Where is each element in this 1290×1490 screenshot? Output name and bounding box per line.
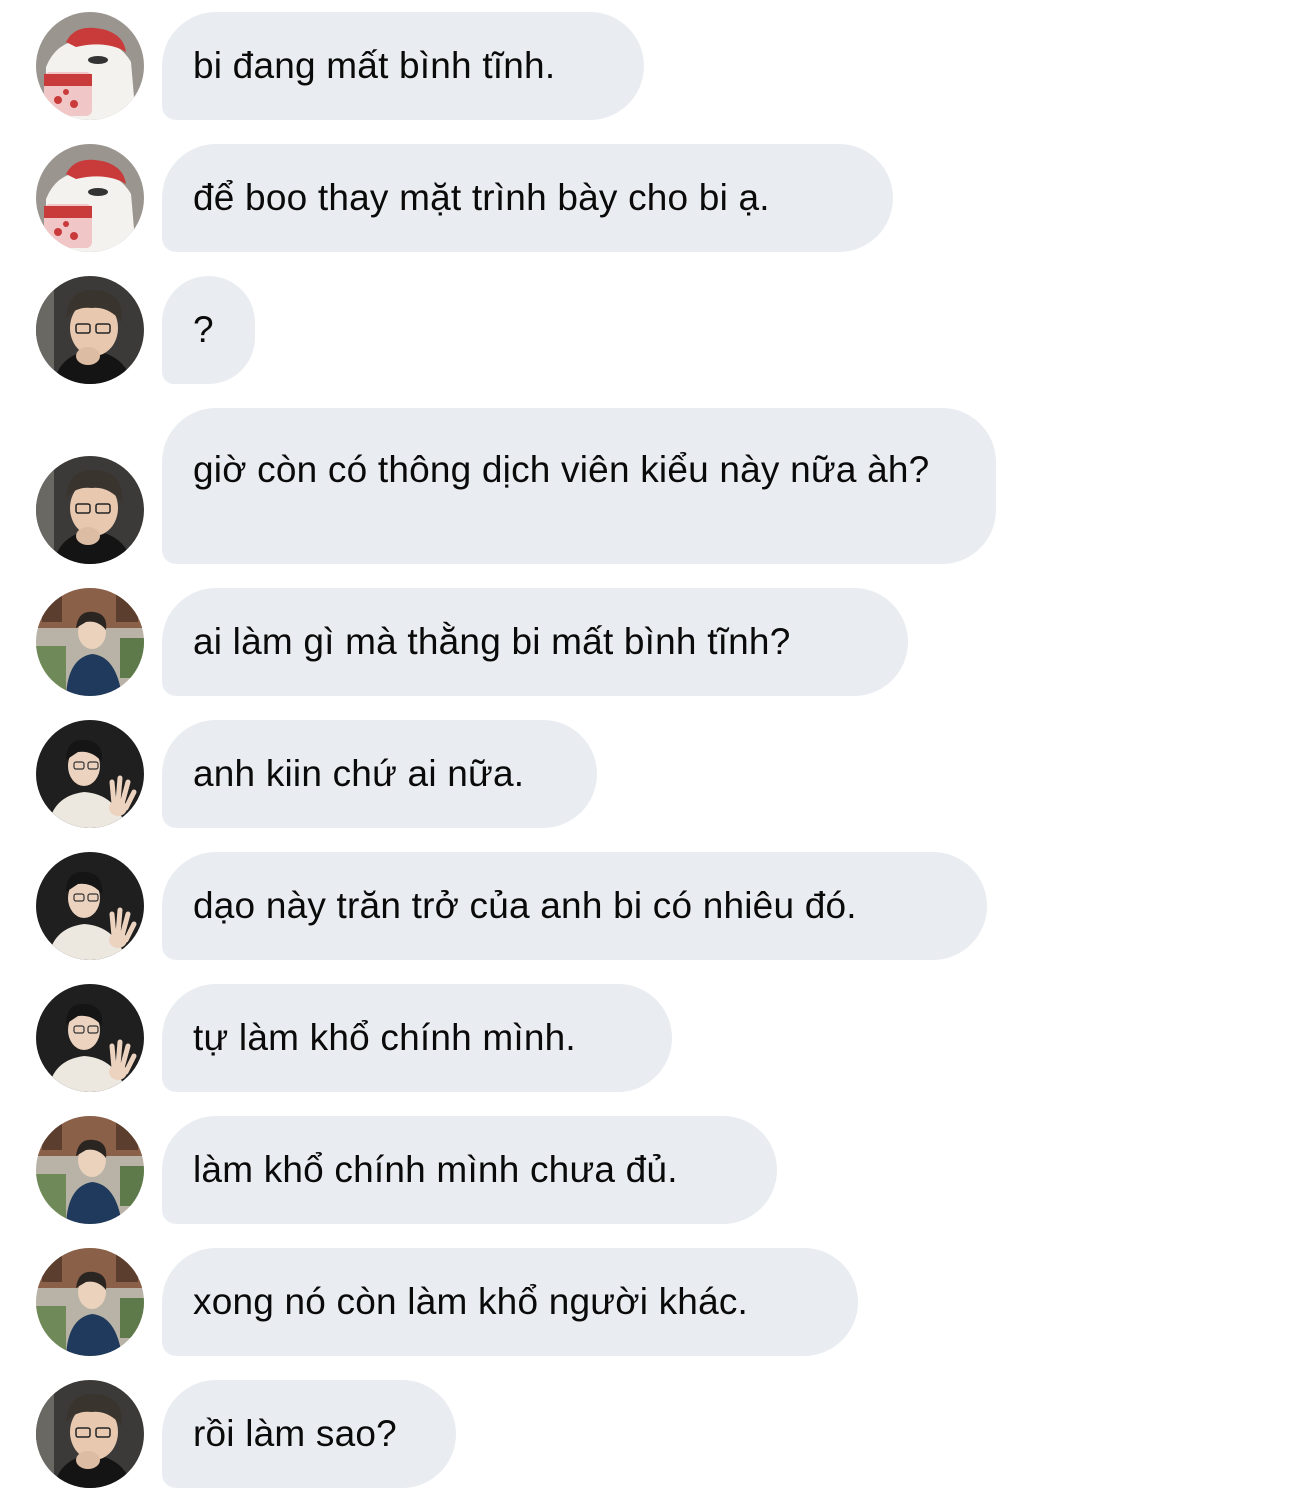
- message-text: để boo thay mặt trình bày cho bi ạ.: [193, 177, 770, 218]
- message-row: giờ còn có thông dịch viên kiểu này nữa …: [0, 408, 1290, 564]
- avatar-glasses[interactable]: [36, 276, 144, 384]
- message-bubble[interactable]: anh kiin chứ ai nữa.: [162, 720, 597, 828]
- message-row: làm khổ chính mình chưa đủ.: [0, 1116, 1290, 1224]
- message-text: làm khổ chính mình chưa đủ.: [193, 1149, 678, 1190]
- message-text: tự làm khổ chính mình.: [193, 1017, 576, 1058]
- chat-thread: bi đang mất bình tĩnh. để boo thay mặt t…: [0, 0, 1290, 1490]
- message-text: ai làm gì mà thằng bi mất bình tĩnh?: [193, 621, 791, 662]
- avatar-street[interactable]: [36, 1116, 144, 1224]
- message-bubble[interactable]: ai làm gì mà thằng bi mất bình tĩnh?: [162, 588, 908, 696]
- message-text: anh kiin chứ ai nữa.: [193, 753, 525, 794]
- message-bubble[interactable]: ?: [162, 276, 255, 384]
- avatar-waving[interactable]: [36, 852, 144, 960]
- message-bubble[interactable]: giờ còn có thông dịch viên kiểu này nữa …: [162, 408, 996, 564]
- avatar-waving[interactable]: [36, 720, 144, 828]
- message-row: anh kiin chứ ai nữa.: [0, 720, 1290, 828]
- avatar-bear[interactable]: [36, 144, 144, 252]
- avatar-glasses[interactable]: [36, 1380, 144, 1488]
- message-bubble[interactable]: dạo này trăn trở của anh bi có nhiêu đó.: [162, 852, 987, 960]
- message-text: giờ còn có thông dịch viên kiểu này nữa …: [193, 449, 930, 490]
- message-row: ?: [0, 276, 1290, 384]
- message-bubble[interactable]: làm khổ chính mình chưa đủ.: [162, 1116, 777, 1224]
- message-row: tự làm khổ chính mình.: [0, 984, 1290, 1092]
- message-bubble[interactable]: rồi làm sao?: [162, 1380, 456, 1488]
- message-bubble[interactable]: xong nó còn làm khổ người khác.: [162, 1248, 858, 1356]
- message-text: ?: [193, 309, 214, 350]
- avatar-street[interactable]: [36, 588, 144, 696]
- message-row: dạo này trăn trở của anh bi có nhiêu đó.: [0, 852, 1290, 960]
- message-text: rồi làm sao?: [193, 1413, 397, 1454]
- message-bubble[interactable]: để boo thay mặt trình bày cho bi ạ.: [162, 144, 893, 252]
- message-row: ai làm gì mà thằng bi mất bình tĩnh?: [0, 588, 1290, 696]
- avatar-street[interactable]: [36, 1248, 144, 1356]
- message-bubble[interactable]: tự làm khổ chính mình.: [162, 984, 672, 1092]
- message-row: rồi làm sao?: [0, 1380, 1290, 1488]
- message-text: xong nó còn làm khổ người khác.: [193, 1281, 749, 1322]
- message-row: bi đang mất bình tĩnh.: [0, 12, 1290, 120]
- message-text: bi đang mất bình tĩnh.: [193, 45, 556, 86]
- avatar-glasses[interactable]: [36, 456, 144, 564]
- avatar-bear[interactable]: [36, 12, 144, 120]
- avatar-waving[interactable]: [36, 984, 144, 1092]
- message-text: dạo này trăn trở của anh bi có nhiêu đó.: [193, 885, 857, 926]
- message-row: để boo thay mặt trình bày cho bi ạ.: [0, 144, 1290, 252]
- message-bubble[interactable]: bi đang mất bình tĩnh.: [162, 12, 644, 120]
- message-row: xong nó còn làm khổ người khác.: [0, 1248, 1290, 1356]
